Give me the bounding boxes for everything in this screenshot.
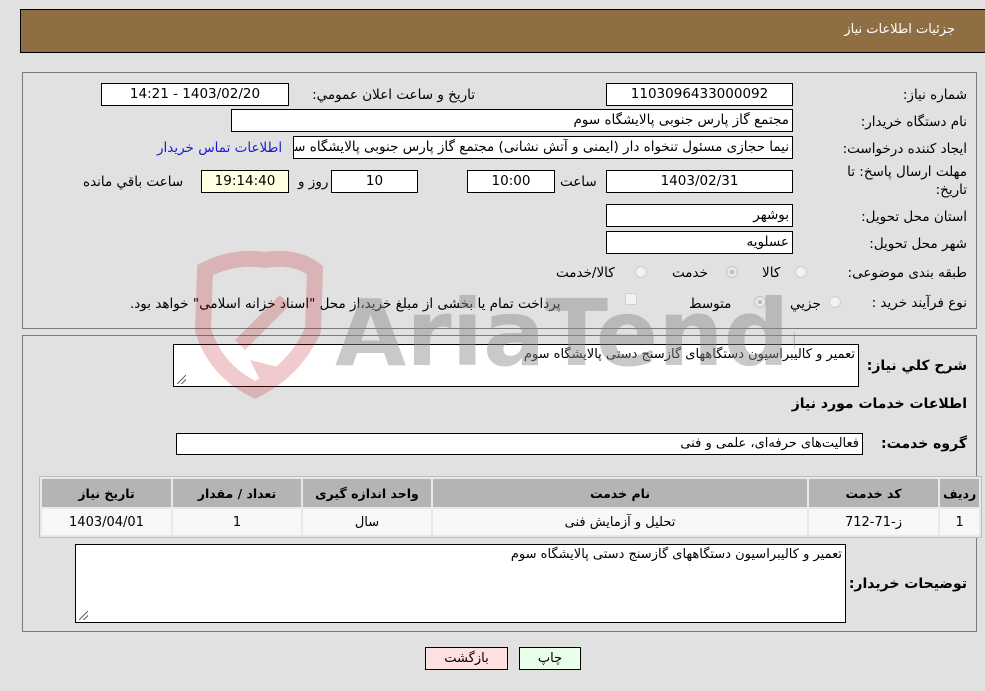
announce-datetime-field: 1403/02/20 - 14:21 [101, 83, 289, 106]
purchase-type-option-medium: متوسط [689, 296, 732, 312]
category-label: طبقه بندی موضوعی: [847, 265, 967, 281]
buyer-contact-link[interactable]: اطلاعات تماس خریدار [157, 140, 282, 156]
remaining-time-field: 19:14:40 [201, 170, 289, 193]
col-header-unit: واحد اندازه گیری [303, 479, 431, 507]
resize-grip-icon[interactable] [79, 611, 88, 620]
purchase-type-option-minor: جزيي [790, 296, 821, 312]
need-number-label: شماره نیاز: [902, 87, 967, 103]
table-header-row: ردیف کد خدمت نام خدمت واحد اندازه گیری ت… [42, 479, 980, 507]
services-table: ردیف کد خدمت نام خدمت واحد اندازه گیری ت… [39, 476, 983, 538]
purchase-type-label: نوع فرآیند خرید : [871, 295, 967, 311]
col-header-need-date: تاریخ نیاز [42, 479, 171, 507]
days-label: روز و [298, 174, 329, 190]
service-group-label: گروه خدمت: [881, 436, 967, 452]
deadline-time-label: ساعت [560, 174, 597, 190]
province-label: استان محل تحویل: [861, 209, 967, 225]
category-option-goods-service: کالا/خدمت [556, 265, 615, 281]
city-label: شهر محل تحویل: [869, 236, 967, 252]
treasury-note: پرداخت تمام یا بخشی از مبلغ خرید،از محل … [130, 296, 561, 312]
buyer-notes-text: تعمیر و کالیبراسیون دستگاههای گازسنج دست… [510, 547, 842, 562]
deadline-label: مهلت ارسال پاسخ: تا [847, 164, 967, 180]
purchase-type-radio-medium[interactable] [754, 296, 766, 308]
buyer-org-field: مجتمع گاز پارس جنوبی پالایشگاه سوم [231, 109, 793, 132]
buyer-org-label: نام دستگاه خریدار: [860, 114, 967, 130]
need-number-field: 1103096433000092 [606, 83, 793, 106]
services-heading: اطلاعات خدمات مورد نیاز [791, 396, 967, 412]
category-option-goods: کالا [762, 265, 781, 281]
summary-textarea[interactable]: تعمیر و کالیبراسیون دستگاههای گازسنج دست… [173, 344, 859, 387]
remaining-time-label: ساعت باقي مانده [83, 174, 184, 190]
resize-grip-icon[interactable] [177, 375, 186, 384]
page-header: جزئیات اطلاعات نیاز [20, 9, 985, 53]
city-field: عسلویه [606, 231, 793, 254]
summary-label: شرح کلي نیاز: [866, 358, 967, 374]
cell-service-name: تحلیل و آزمایش فنی [433, 509, 807, 535]
cell-quantity: 1 [173, 509, 301, 535]
treasury-checkbox[interactable] [625, 293, 637, 305]
category-radio-service[interactable] [726, 266, 738, 278]
print-button[interactable]: چاپ [519, 647, 581, 670]
deadline-label-line2: تاریخ: [935, 182, 967, 198]
table-row: 1 ز-71-712 تحلیل و آزمایش فنی سال 1 1403… [42, 509, 980, 535]
cell-service-code: ز-71-712 [809, 509, 938, 535]
requester-field: نیما حجازی مسئول تنخواه دار (ایمنی و آتش… [293, 136, 793, 159]
col-header-quantity: تعداد / مقدار [173, 479, 301, 507]
buyer-notes-label: توضیحات خریدار: [848, 576, 967, 592]
category-radio-goods[interactable] [795, 266, 807, 278]
service-group-field: فعالیت‌های حرفه‌ای، علمی و فنی [176, 433, 863, 455]
announce-datetime-label: تاریخ و ساعت اعلان عمومي: [312, 87, 475, 103]
col-header-service-name: نام خدمت [433, 479, 807, 507]
category-option-service: خدمت [672, 265, 708, 281]
buyer-notes-textarea[interactable]: تعمیر و کالیبراسیون دستگاههای گازسنج دست… [75, 544, 846, 623]
cell-need-date: 1403/04/01 [42, 509, 171, 535]
cell-row-number: 1 [940, 509, 980, 535]
col-header-service-code: کد خدمت [809, 479, 938, 507]
col-header-row-number: ردیف [940, 479, 980, 507]
purchase-type-radio-minor[interactable] [829, 296, 841, 308]
requester-label: ایجاد کننده درخواست: [842, 141, 967, 157]
deadline-date-field: 1403/02/31 [606, 170, 793, 193]
province-field: بوشهر [606, 204, 793, 227]
category-radio-goods-service[interactable] [635, 266, 647, 278]
deadline-time-field: 10:00 [467, 170, 555, 193]
cell-unit: سال [303, 509, 431, 535]
page-title: جزئیات اطلاعات نیاز [844, 22, 955, 37]
summary-text: تعمیر و کالیبراسیون دستگاههای گازسنج دست… [523, 347, 855, 362]
back-button[interactable]: بازگشت [425, 647, 508, 670]
services-table-wrapper: ردیف کد خدمت نام خدمت واحد اندازه گیری ت… [39, 476, 983, 538]
remaining-days-field: 10 [331, 170, 418, 193]
